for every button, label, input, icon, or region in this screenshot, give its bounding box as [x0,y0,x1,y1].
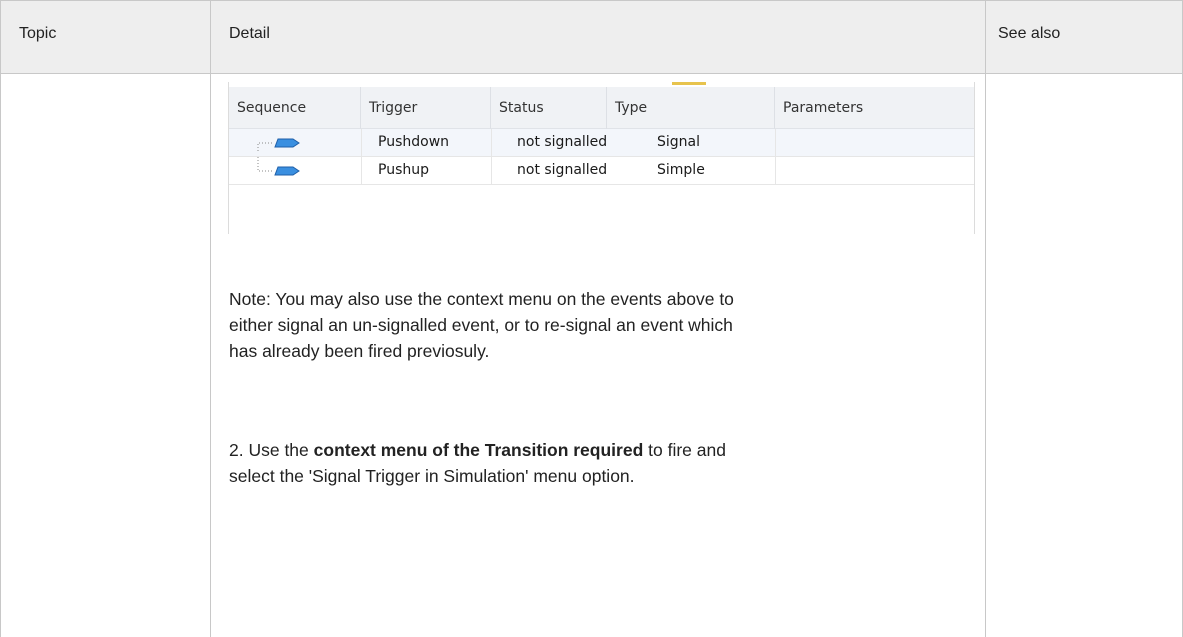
trigger-cell: Pushdown [378,134,450,150]
events-list-header: Sequence Trigger Status Type Parameters [229,82,974,129]
type-cell: Signal [657,134,701,150]
event-arrow-icon [257,157,300,176]
step-2-line: 2. Use the context menu of the Transitio… [229,437,726,463]
note-line: has already been fired previosuly. [229,341,490,361]
status-cell: not signalled [517,162,608,178]
trigger-cell: Pushup [378,162,429,178]
note-paragraph: Note: You may also use the context menu … [229,286,734,364]
table-left-border [0,0,1,637]
header-highlight [672,82,706,85]
step-2-line: select the 'Signal Trigger in Simulation… [229,466,635,486]
column-divider-topic [210,0,211,637]
table-header-row: Topic Detail See also [0,0,1183,74]
status-cell: not signalled [517,134,608,150]
see-also-column-header: See also [998,25,1061,42]
note-line: Note: You may also use the context menu … [229,289,734,309]
step-2-emphasis: context menu of the Transition required [313,440,644,460]
column-divider-detail [985,0,986,637]
row-divider [361,129,362,157]
detail-column-header: Detail [229,25,270,42]
column-header-sequence[interactable]: Sequence [229,87,361,129]
column-header-status[interactable]: Status [491,87,607,129]
column-header-parameters[interactable]: Parameters [775,87,974,129]
table-row[interactable]: Pushdown not signalled Signal [229,129,974,157]
row-divider [361,157,362,185]
row-divider [775,157,776,185]
step-2-suffix: to fire and [643,440,726,460]
row-divider [775,129,776,157]
table-row[interactable]: Pushup not signalled Simple [229,157,974,185]
note-line: either signal an un-signalled event, or … [229,315,733,335]
step-2-paragraph: 2. Use the context menu of the Transitio… [229,437,726,489]
simulation-events-panel: Sequence Trigger Status Type Parameters … [228,82,975,234]
topic-column-header: Topic [19,25,57,42]
row-divider [491,157,492,185]
column-header-type[interactable]: Type [607,87,775,129]
event-arrow-icon [257,138,300,151]
step-2-prefix: 2. Use the [229,440,314,460]
type-cell: Simple [657,162,705,178]
column-header-trigger[interactable]: Trigger [361,87,491,129]
row-divider [491,129,492,157]
